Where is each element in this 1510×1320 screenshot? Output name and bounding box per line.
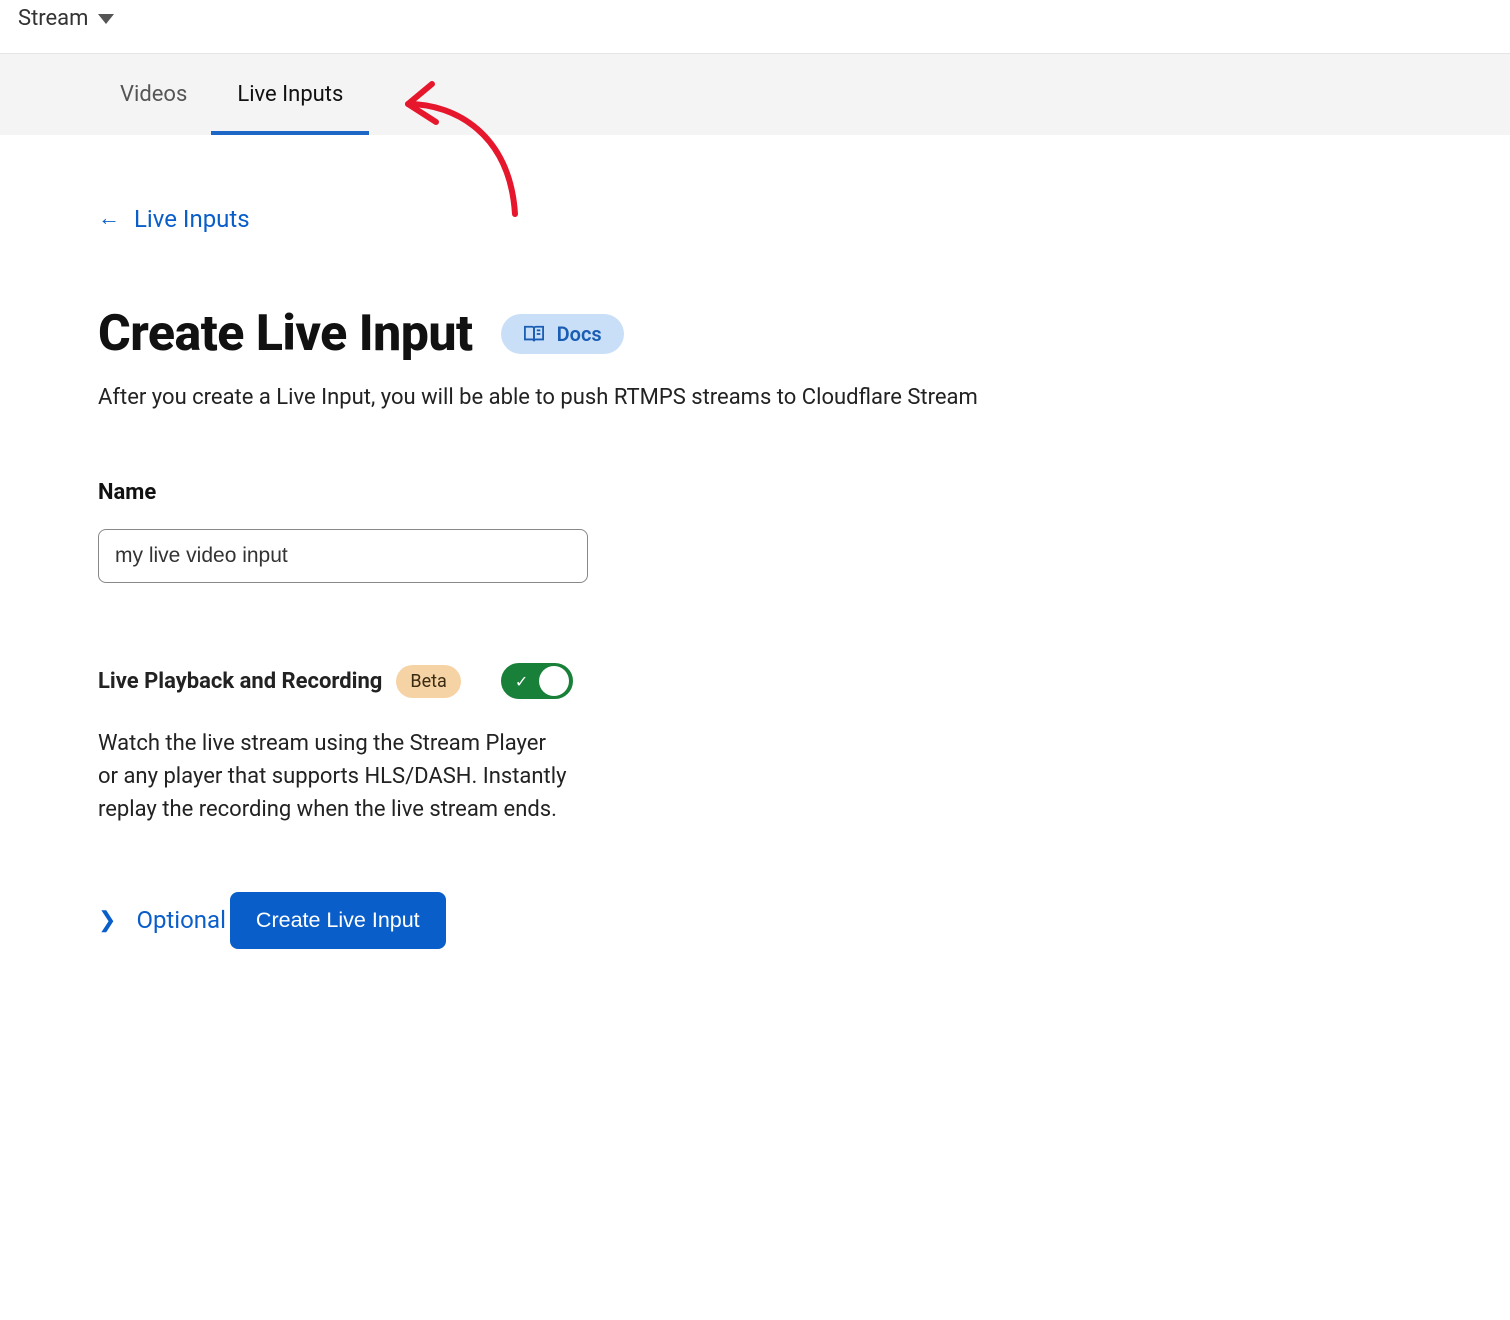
create-button-label: Create Live Input — [256, 908, 420, 932]
page-title: Create Live Input — [98, 305, 473, 363]
playback-toggle[interactable]: ✓ — [501, 663, 573, 699]
create-live-input-button[interactable]: Create Live Input — [230, 892, 446, 949]
playback-description: Watch the live stream using the Stream P… — [98, 727, 568, 826]
name-input[interactable] — [98, 529, 588, 583]
docs-label: Docs — [557, 322, 602, 346]
tab-strip: Videos Live Inputs — [0, 53, 1510, 135]
stream-dropdown[interactable]: Stream — [18, 6, 114, 31]
check-icon: ✓ — [515, 672, 528, 691]
back-link[interactable]: ← Live Inputs — [98, 205, 250, 233]
name-label: Name — [98, 480, 1200, 505]
docs-button[interactable]: Docs — [501, 314, 624, 354]
arrow-left-icon: ← — [98, 208, 120, 230]
playback-header: Live Playback and Recording Beta ✓ — [98, 663, 1200, 699]
page-content: ← Live Inputs Create Live Input Docs Aft… — [0, 135, 1200, 949]
title-row: Create Live Input Docs — [98, 305, 1200, 363]
book-icon — [523, 324, 545, 344]
chevron-right-icon: ❯ — [98, 908, 116, 933]
back-link-label: Live Inputs — [134, 205, 250, 233]
stream-dropdown-label: Stream — [18, 6, 88, 31]
tab-live-inputs[interactable]: Live Inputs — [237, 54, 343, 135]
beta-badge: Beta — [396, 665, 460, 698]
tab-live-inputs-label: Live Inputs — [237, 82, 343, 107]
playback-field: Live Playback and Recording Beta ✓ Watch… — [98, 663, 1200, 826]
name-field: Name — [98, 480, 1200, 583]
toggle-knob — [539, 666, 569, 696]
optional-label: Optional — [136, 906, 226, 934]
caret-down-icon — [98, 14, 114, 24]
optional-expander[interactable]: ❯ Optional — [98, 906, 226, 934]
tab-videos-label: Videos — [120, 82, 187, 107]
playback-label: Live Playback and Recording — [98, 669, 382, 694]
page-subtitle: After you create a Live Input, you will … — [98, 385, 1200, 410]
top-bar: Stream — [0, 0, 1510, 53]
tab-videos[interactable]: Videos — [120, 54, 187, 135]
